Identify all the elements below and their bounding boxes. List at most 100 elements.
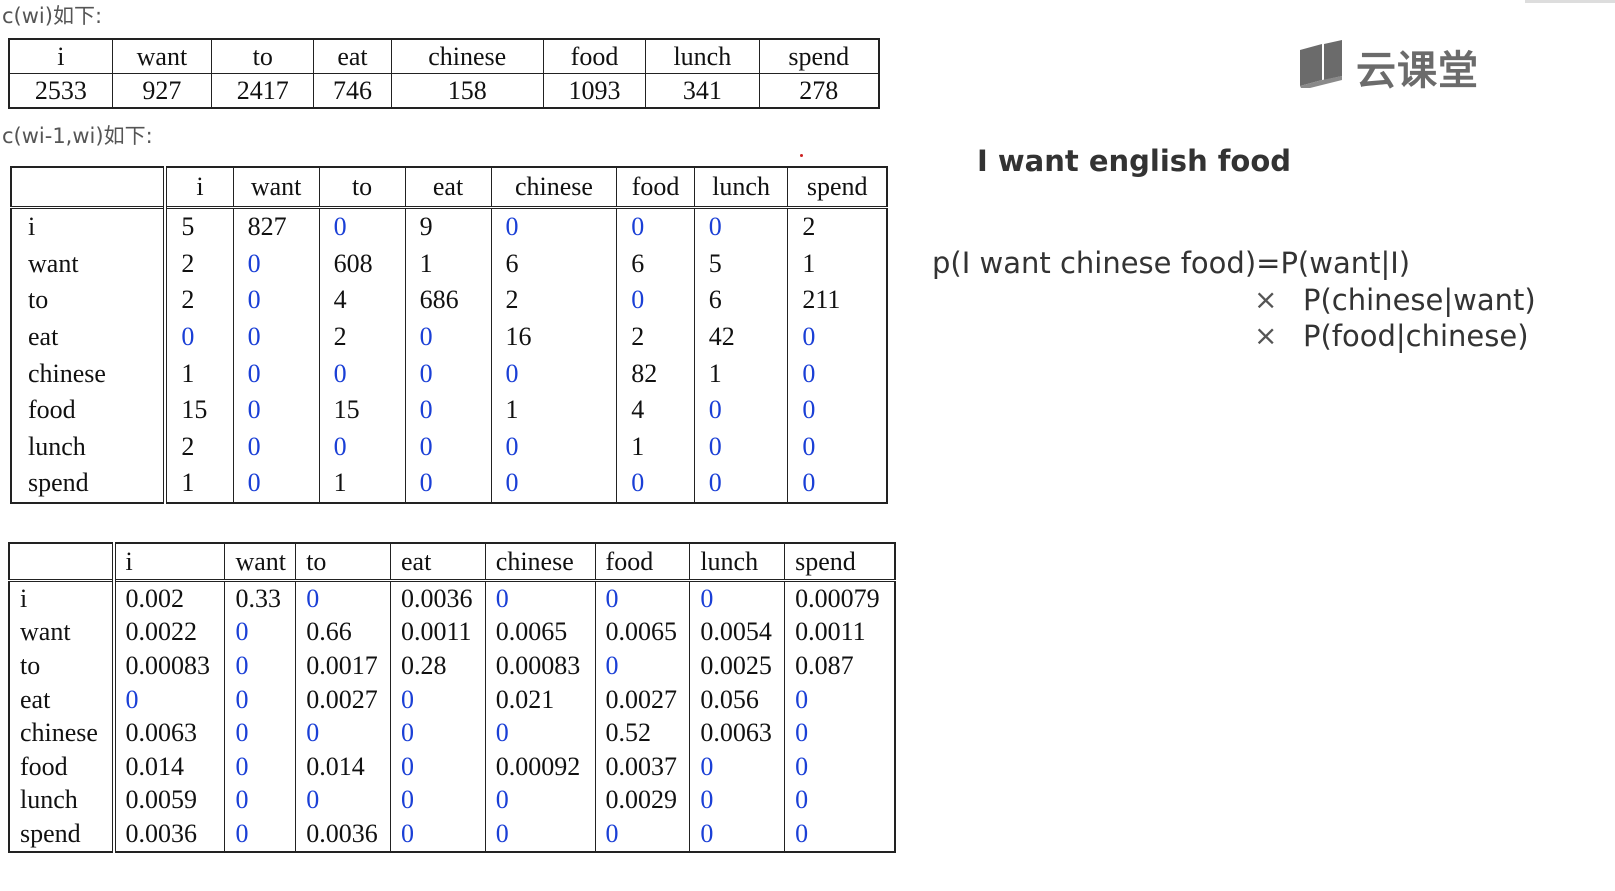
row-header: i [8,580,114,616]
unigram-header-row: i want to eat chinese food lunch spend [8,38,880,74]
yunketang-logo: 云课堂 [1296,38,1486,94]
count-cell: 15 [163,391,234,429]
column-header: chinese [490,167,617,209]
top-edge-bar [1525,0,1615,3]
count-cell: 1 [404,245,492,283]
row-header: want [10,245,166,283]
count-cell: 82 [616,355,695,392]
count-cell: 158 [390,73,544,109]
probability-cell: 0 [390,817,486,852]
row-header: spend [8,817,114,852]
probability-cell: 0.00092 [484,749,596,784]
column-header: lunch [693,167,788,209]
count-cell: 2 [318,318,406,356]
probability-cell: 0 [224,682,296,717]
count-cell: 0 [616,282,695,319]
probability-cell: 0 [390,783,486,818]
table-row: lunch 0.0059 0 0 0 0 0.0029 0 0 [8,783,895,818]
column-header: spend [784,543,895,582]
count-cell: 746 [313,73,392,109]
table-row: eat 0 0 0.0027 0 0.021 0.0027 0.056 0 [8,682,895,717]
probability-cell: 0 [224,649,296,683]
column-header: want [224,543,296,582]
logo-text: 云课堂 [1356,48,1479,94]
count-cell: 211 [787,282,887,319]
table-row: i 5 827 0 9 0 0 0 2 [10,207,887,246]
count-cell: 1 [163,355,234,392]
probability-cell: 0 [390,749,486,784]
row-header: eat [10,318,166,356]
count-cell: 1 [693,355,788,392]
table-row: food 15 0 15 0 1 4 0 0 [10,391,887,429]
count-cell: 0 [318,355,406,392]
count-cell: 1 [163,465,234,503]
count-cell: 0 [490,355,617,392]
count-cell: 2533 [8,73,113,109]
probability-cell: 0.0065 [484,615,596,650]
count-cell: 0 [693,465,788,503]
probability-cell: 0.00083 [111,649,225,683]
probability-cell: 0.0036 [295,817,391,852]
probability-cell: 0 [689,817,785,852]
count-cell: 5 [693,245,788,283]
probability-cell: 0 [390,682,486,717]
count-cell: 2 [163,428,234,466]
count-cell: 2 [490,282,617,319]
probability-cell: 0 [784,682,895,717]
probability-cell: 0 [224,817,296,852]
probability-cell: 0 [390,716,486,750]
probability-cell: 0.0059 [111,783,225,818]
column-header: chinese [390,38,544,74]
probability-cell: 0.0063 [689,716,785,750]
book-icon [1300,40,1342,88]
probability-cell: 0 [594,580,690,616]
column-header: food [594,543,690,582]
count-cell: 0 [616,207,695,246]
bigram-label: c(wi-1,wi)如下: [2,124,153,148]
probability-cell: 0 [111,682,225,717]
column-header: i [8,38,113,74]
probability-cell: 0 [295,783,391,818]
probability-cell: 0.66 [295,615,391,650]
count-cell: 0 [693,207,788,246]
count-cell: 2 [787,207,887,246]
table-row: i 0.002 0.33 0 0.0036 0 0 0 0.00079 [8,580,895,616]
corner-cell [8,543,114,582]
bigram-probability-table: i want to eat chinese food lunch spend i 0.002 0.3… [8,542,896,853]
probability-cell: 0 [784,783,895,818]
count-cell: 0 [693,428,788,466]
probability-cell: 0 [689,749,785,784]
count-cell: 0 [318,428,406,466]
probability-cell: 0.28 [390,649,486,683]
row-header: to [10,282,166,319]
formula-line-3: P(food|chinese) [1303,319,1529,353]
probability-cell: 0 [784,716,895,750]
column-header: want [232,167,320,209]
count-cell: 341 [645,73,760,109]
count-cell: 686 [404,282,492,319]
probability-cell: 0 [484,783,596,818]
count-cell: 0 [232,428,320,466]
column-header: to [211,38,315,74]
count-cell: 0 [232,465,320,503]
row-header: i [10,207,166,246]
count-cell: 0 [232,245,320,283]
probability-cell: 0.0065 [594,615,690,650]
table-row: eat 0 0 2 0 16 2 42 0 [10,318,887,356]
probability-cell: 0.0017 [295,649,391,683]
count-cell: 0 [404,428,492,466]
count-cell: 4 [616,391,695,429]
count-cell: 0 [787,391,887,429]
count-cell: 0 [787,318,887,356]
count-cell: 0 [232,282,320,319]
table-row: want 0.0022 0 0.66 0.0011 0.0065 0.0065 0.0054 0… [8,615,895,650]
row-header: food [10,391,166,429]
probability-cell: 0.00083 [484,649,596,683]
count-cell: 0 [490,428,617,466]
column-header: want [111,38,213,74]
probability-cell: 0.056 [689,682,785,717]
table-row: chinese 0.0063 0 0 0 0 0.52 0.0063 0 [8,716,895,750]
probability-cell: 0 [224,615,296,650]
column-header: eat [404,167,492,209]
count-cell: 0 [232,318,320,356]
